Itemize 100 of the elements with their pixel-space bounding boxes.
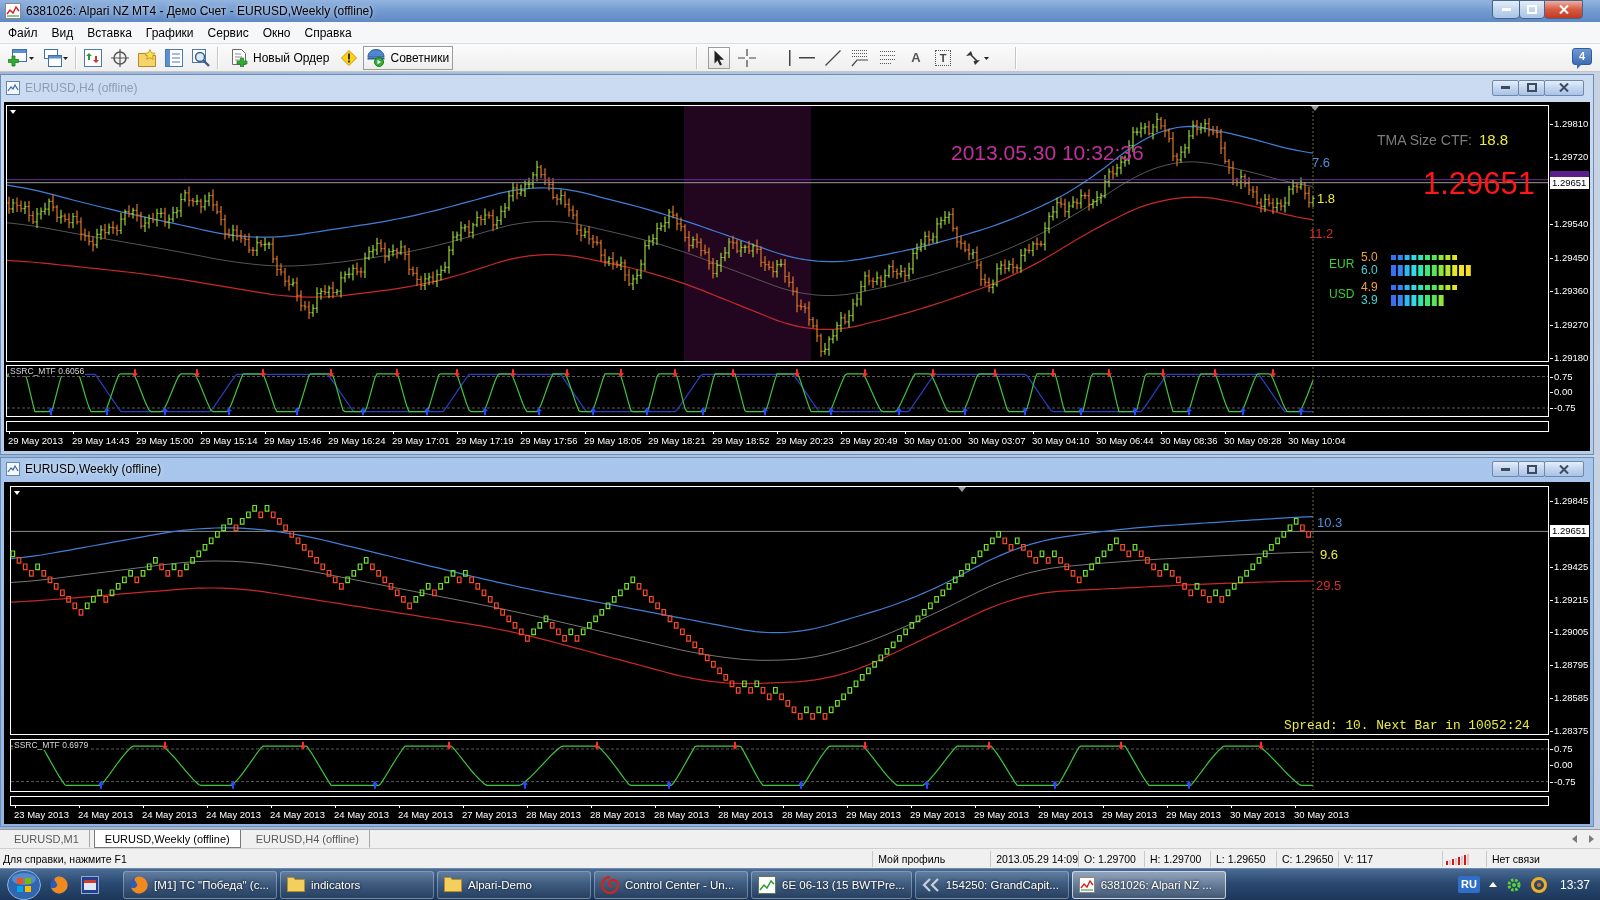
- taskbar-button[interactable]: 6381026: Alpari NZ ...: [1071, 870, 1226, 899]
- restore-button[interactable]: [1518, 461, 1545, 477]
- close-icon: [1559, 464, 1569, 474]
- taskbar-button[interactable]: [M1] ТС "Победа" (с...: [123, 870, 277, 899]
- taskbar-button[interactable]: indicators: [280, 870, 434, 899]
- scroll-right-icon[interactable]: [1589, 835, 1594, 843]
- status-text: L: 1.29650: [1216, 851, 1266, 866]
- time-axis-label: 29 May 15:00: [136, 434, 194, 448]
- time-axis-label: 30 May 06:44: [1096, 434, 1154, 448]
- time-axis-label: 24 May 2013: [270, 808, 325, 822]
- time-axis-label: 24 May 2013: [142, 808, 197, 822]
- chart-app-icon: [1078, 876, 1095, 893]
- close-button[interactable]: [1544, 0, 1583, 19]
- text-tool[interactable]: A: [907, 48, 925, 67]
- time-axis-label: 30 May 01:00: [904, 434, 962, 448]
- list-window-icon[interactable]: [165, 48, 183, 67]
- time-axis-label: 29 May 2013: [910, 808, 965, 822]
- close-icon: [1558, 5, 1569, 14]
- taskbar-button[interactable]: Control Center - Un...: [594, 870, 748, 899]
- language-indicator[interactable]: RU: [1458, 876, 1480, 893]
- sprocket-icon[interactable]: [1505, 876, 1522, 893]
- menu-item[interactable]: Вид: [44, 22, 81, 43]
- dotted-lines-icon[interactable]: [879, 49, 897, 66]
- time-axis-label: 29 May 17:01: [392, 434, 450, 448]
- time-axis-label: 30 May 08:36: [1160, 434, 1218, 448]
- minimize-icon: [1501, 8, 1511, 11]
- menu-item[interactable]: Файл: [1, 22, 45, 43]
- start-orb-icon[interactable]: [7, 869, 41, 900]
- folder-icon: [287, 877, 305, 892]
- windows-stack-icon[interactable]: [44, 48, 68, 67]
- window-title: 6381026: Alpari NZ MT4 - Демо Счет - EURUSD,Weekly (offline): [26, 4, 375, 18]
- time-axis-label: 29 May 2013: [1038, 808, 1093, 822]
- globe-icon: [130, 875, 148, 894]
- experts-button[interactable]: Советники: [363, 45, 454, 70]
- chart-app-icon: [5, 3, 21, 19]
- close-button[interactable]: [1544, 461, 1584, 477]
- crosshair-icon[interactable]: [738, 48, 756, 67]
- menu-item[interactable]: Окно: [255, 22, 298, 43]
- minimize-icon: [1501, 467, 1510, 471]
- close-button[interactable]: [1544, 79, 1584, 96]
- time-axis-label: 29 May 20:23: [776, 434, 834, 448]
- scroll-left-icon[interactable]: [1572, 835, 1577, 843]
- connection-status: Нет связи: [1492, 851, 1540, 866]
- menu-item[interactable]: Сервис: [200, 22, 256, 43]
- chart-tab[interactable]: EURUSD,Weekly (offline): [93, 830, 241, 848]
- time-axis-label: 29 May 2013: [846, 808, 901, 822]
- maximize-button[interactable]: [1519, 0, 1545, 19]
- magnifier-icon[interactable]: [192, 48, 210, 67]
- time-axis-label: 29 May 20:49: [840, 434, 898, 448]
- status-text: Для справки, нажмите F1: [3, 851, 127, 866]
- crosshair-circle-icon[interactable]: [111, 48, 129, 67]
- time-axis-label: 28 May 2013: [526, 808, 581, 822]
- time-axis-label: 29 May 2013: [1166, 808, 1221, 822]
- arrows-window-icon[interactable]: [84, 48, 102, 67]
- time-axis-label: 29 May 15:46: [264, 434, 322, 448]
- minimize-button[interactable]: [1492, 0, 1520, 19]
- cursor-tool-button[interactable]: [708, 46, 730, 69]
- vertical-line-icon[interactable]: [789, 49, 791, 66]
- new-order-button[interactable]: Новый Ордер: [226, 45, 336, 70]
- time-axis-label: 23 May 2013: [14, 808, 69, 822]
- diagonal-line-icon[interactable]: [825, 49, 841, 66]
- restore-icon: [1527, 5, 1537, 14]
- time-axis-label: 30 May 04:10: [1032, 434, 1090, 448]
- exclamation-icon[interactable]: [341, 49, 358, 66]
- taskbar-button[interactable]: Alpari-Demo: [437, 870, 591, 899]
- time-axis-label: 27 May 2013: [462, 808, 517, 822]
- horizontal-line-icon[interactable]: [799, 56, 815, 59]
- menu-item[interactable]: Справка: [297, 22, 359, 43]
- channel-lines-icon[interactable]: [851, 48, 869, 67]
- restore-icon: [1526, 464, 1537, 474]
- clock[interactable]: 13:37: [1559, 877, 1590, 892]
- folder-star-icon[interactable]: [138, 48, 156, 67]
- line-chart-icon: [6, 462, 20, 476]
- time-axis-label: 28 May 2013: [654, 808, 709, 822]
- window-icon[interactable]: [81, 875, 99, 894]
- time-axis-label: 29 May 16:24: [328, 434, 386, 448]
- time-axis-label: 30 May 2013: [1294, 808, 1349, 822]
- window-plus-icon[interactable]: [8, 48, 34, 67]
- menu-item[interactable]: Графики: [138, 22, 201, 43]
- taskbar-button[interactable]: 6E 06-13 (15 BWTPre...: [751, 870, 912, 899]
- minimize-button[interactable]: [1492, 461, 1519, 477]
- ring-icon[interactable]: [1530, 876, 1547, 893]
- time-axis-label: 24 May 2013: [334, 808, 389, 822]
- time-axis-label: 28 May 2013: [590, 808, 645, 822]
- minimize-button[interactable]: [1492, 79, 1519, 96]
- restore-button[interactable]: [1518, 79, 1545, 96]
- up-triangle-icon[interactable]: [1488, 882, 1497, 887]
- document-plus-icon: [232, 48, 248, 67]
- chart-icon: [758, 875, 776, 894]
- menu-item[interactable]: Вставка: [80, 22, 139, 43]
- status-text: 2013.05.29 14:09: [996, 851, 1078, 866]
- restore-icon: [1526, 83, 1537, 92]
- globe-icon[interactable]: [50, 875, 68, 894]
- status-text: O: 1.29700: [1084, 851, 1136, 866]
- time-axis-label: 29 May 18:21: [648, 434, 706, 448]
- time-axis-label: 29 May 2013: [1102, 808, 1157, 822]
- text-label-tool[interactable]: T: [935, 49, 951, 66]
- cap-play-icon: [367, 48, 386, 67]
- ask-price-marker: [1550, 170, 1589, 177]
- taskbar-button[interactable]: 154250: GrandCapit...: [914, 870, 1069, 899]
